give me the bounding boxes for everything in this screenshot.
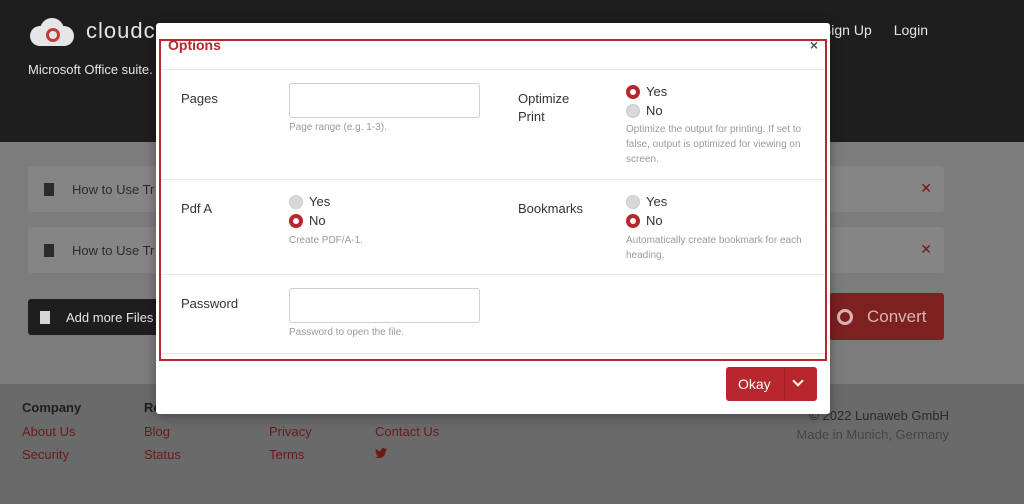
pdf-a-help: Create PDF/A-1. xyxy=(289,235,363,246)
footer-link-contact[interactable]: Contact Us xyxy=(375,424,439,439)
pages-input[interactable] xyxy=(289,83,480,118)
remove-file-icon[interactable]: ✕ xyxy=(920,180,932,197)
tagline: Microsoft Office suite. xyxy=(28,62,153,77)
password-help: Password to open the file. xyxy=(289,327,405,338)
bookmarks-no-radio[interactable]: No xyxy=(626,213,663,228)
footer-link-privacy[interactable]: Privacy xyxy=(269,424,312,439)
top-nav: Sign Up Login xyxy=(822,22,928,38)
options-panel-frame xyxy=(159,39,827,361)
twitter-icon[interactable] xyxy=(375,447,439,462)
divider xyxy=(162,353,824,354)
close-icon[interactable]: × xyxy=(810,37,818,53)
convert-label: Convert xyxy=(867,306,927,326)
cloud-logo-icon xyxy=(30,16,76,46)
add-file-icon xyxy=(40,310,50,324)
optimize-print-yes-radio[interactable]: Yes xyxy=(626,84,667,99)
password-input[interactable] xyxy=(289,288,480,323)
footer-link-status[interactable]: Status xyxy=(144,447,181,462)
footer-link-security[interactable]: Security xyxy=(22,447,81,462)
okay-button[interactable]: Okay xyxy=(726,367,817,401)
optimize-print-label: Optimize Print xyxy=(518,91,570,124)
optimize-print-help: Optimize the output for printing. If set… xyxy=(626,124,802,165)
footer-link-blog[interactable]: Blog xyxy=(144,424,181,439)
options-modal: Options × Pages Page range (e.g. 1-3). O… xyxy=(156,23,830,414)
okay-label: Okay xyxy=(738,376,771,392)
password-label: Password xyxy=(181,296,239,311)
bookmarks-help: Automatically create bookmark for each h… xyxy=(626,235,802,261)
footer-link-about[interactable]: About Us xyxy=(22,424,81,439)
footer-col-company: Company About Us Security xyxy=(22,400,81,470)
divider xyxy=(162,69,824,70)
file-icon xyxy=(44,243,54,257)
modal-title: Options xyxy=(168,37,221,53)
pages-help: Page range (e.g. 1-3). xyxy=(289,122,387,133)
footer-link-terms[interactable]: Terms xyxy=(269,447,312,462)
pdf-a-no-radio[interactable]: No xyxy=(289,213,326,228)
convert-button[interactable]: Convert xyxy=(829,293,944,340)
bookmarks-label: Bookmarks xyxy=(518,201,584,216)
pdf-a-label: Pdf A xyxy=(181,201,213,216)
file-icon xyxy=(44,182,54,196)
site-logo[interactable]: cloudco xyxy=(30,16,169,46)
divider xyxy=(162,274,824,275)
file-name: How to Use Tr xyxy=(72,181,155,197)
made-in-text: Made in Munich, Germany xyxy=(796,427,949,442)
divider xyxy=(162,179,824,180)
pdf-a-yes-radio[interactable]: Yes xyxy=(289,194,330,209)
remove-file-icon[interactable]: ✕ xyxy=(920,241,932,258)
footer-heading: Company xyxy=(22,400,82,415)
add-more-files-label: Add more Files xyxy=(66,309,154,325)
refresh-icon xyxy=(837,308,853,325)
file-name: How to Use Tr xyxy=(72,242,155,258)
chevron-down-icon[interactable] xyxy=(792,375,804,387)
pages-label: Pages xyxy=(181,91,218,106)
login-link[interactable]: Login xyxy=(894,22,928,38)
optimize-print-no-radio[interactable]: No xyxy=(626,103,663,118)
bookmarks-yes-radio[interactable]: Yes xyxy=(626,194,667,209)
